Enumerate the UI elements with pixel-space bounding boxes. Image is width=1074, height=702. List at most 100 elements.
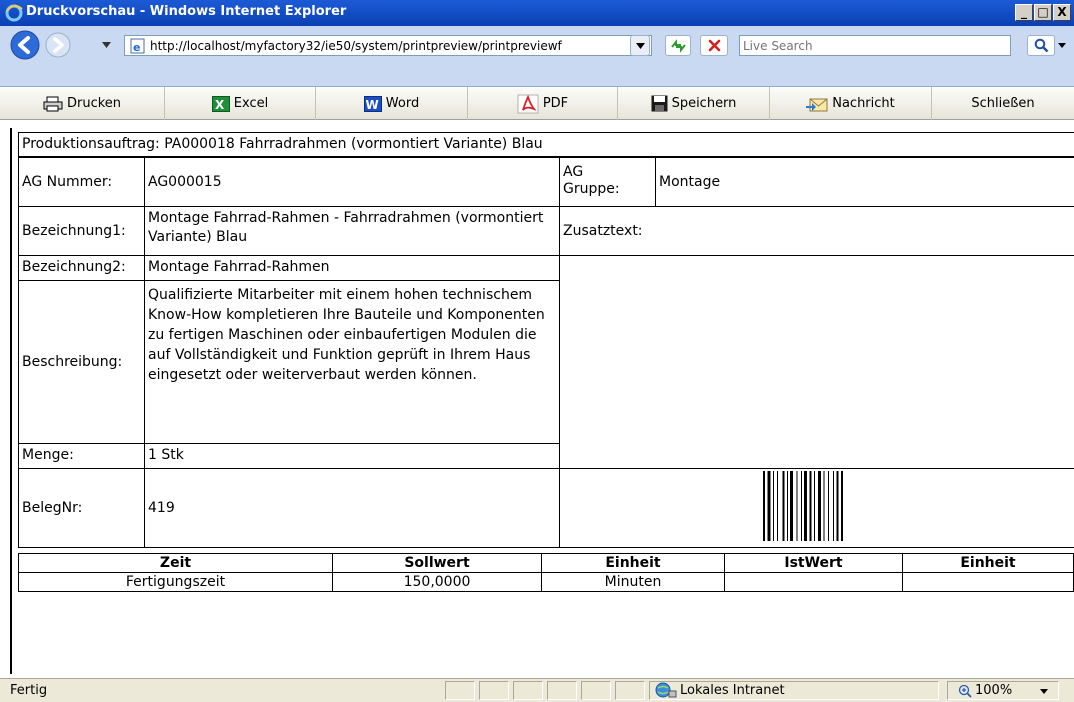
window-title: Druckvorschau - Windows Internet Explore… xyxy=(26,4,347,19)
barcode-bar xyxy=(809,471,812,541)
barcode-bar xyxy=(787,471,788,541)
table-cell: Fertigungszeit xyxy=(18,572,333,592)
excel-icon: X xyxy=(211,95,230,112)
excel-label: Excel xyxy=(233,96,269,111)
print-label: Drucken xyxy=(66,96,122,111)
extra-text-label: Zusatztext: xyxy=(559,206,1074,256)
floppy-disk-icon xyxy=(651,95,668,112)
barcode-bar xyxy=(773,471,774,541)
chevron-down-icon[interactable] xyxy=(1040,689,1048,694)
column-header-target-value: Sollwert xyxy=(332,553,542,573)
status-text: Fertig xyxy=(10,683,48,698)
close-preview-button[interactable]: Schließen xyxy=(932,87,1074,120)
column-header-actual-value: IstWert xyxy=(724,553,903,573)
barcode-bar xyxy=(777,471,778,541)
close-window-button[interactable]: X xyxy=(1053,4,1071,21)
status-segment xyxy=(547,681,577,700)
barcode-bar xyxy=(828,471,829,541)
ag-number-label: AG Nummer: xyxy=(18,157,145,207)
times-table: Zeit Sollwert Einheit IstWert Einheit Fe… xyxy=(18,553,1074,592)
word-label: Word xyxy=(385,96,420,111)
column-header-unit-2: Einheit xyxy=(902,553,1074,573)
forward-button[interactable] xyxy=(45,32,71,58)
word-button[interactable]: W Word xyxy=(316,87,468,120)
ag-number-value: AG000015 xyxy=(144,157,560,207)
barcode-bar xyxy=(818,471,821,541)
column-header-unit: Einheit xyxy=(541,553,725,573)
status-segment xyxy=(581,681,611,700)
pdf-label: PDF xyxy=(542,96,569,111)
excel-button[interactable]: X Excel xyxy=(165,87,316,120)
table-cell: 150,0000 xyxy=(332,572,542,592)
extra-text-area xyxy=(559,255,1074,469)
intranet-globe-icon xyxy=(655,682,677,698)
search-icon xyxy=(1034,38,1049,53)
description2-value: Montage Fahrrad-Rahmen xyxy=(144,255,560,281)
search-button[interactable] xyxy=(1027,35,1055,56)
pdf-icon xyxy=(517,94,539,113)
description1-value: Montage Fahrrad-Rahmen - Fahrradrahmen (… xyxy=(144,206,560,256)
document-number-label: BelegNr: xyxy=(18,468,145,548)
page-icon: e xyxy=(130,38,145,54)
refresh-icon xyxy=(671,39,686,53)
message-label: Nachricht xyxy=(832,96,895,111)
barcode-bar xyxy=(804,471,807,541)
production-order-heading: Produktionsauftrag: PA000018 Fahrradrahm… xyxy=(18,132,1074,157)
status-segment xyxy=(445,681,475,700)
ag-group-label: AG Gruppe: xyxy=(559,157,656,207)
svg-text:e: e xyxy=(133,41,140,54)
stop-icon xyxy=(708,39,721,52)
barcode-bar xyxy=(814,471,815,541)
barcode-bar xyxy=(841,471,843,541)
barcode-bar xyxy=(796,471,798,541)
svg-text:W: W xyxy=(365,98,378,112)
minimize-button[interactable]: _ xyxy=(1015,4,1033,21)
status-segment xyxy=(513,681,543,700)
times-header-row: Zeit Sollwert Einheit IstWert Einheit xyxy=(18,553,1074,573)
stop-button[interactable] xyxy=(700,35,728,56)
table-cell: Minuten xyxy=(541,572,725,592)
column-header-time: Zeit xyxy=(18,553,333,573)
table-row: Fertigungszeit 150,0000 Minuten xyxy=(18,572,1074,592)
description-label: Beschreibung: xyxy=(18,280,145,444)
svg-text:X: X xyxy=(215,98,225,112)
quantity-value: 1 Stk xyxy=(144,443,560,469)
pdf-button[interactable]: PDF xyxy=(468,87,618,120)
barcode-bar xyxy=(801,471,802,541)
save-button[interactable]: Speichern xyxy=(618,87,770,120)
document-number-value: 419 xyxy=(144,468,560,548)
refresh-button[interactable] xyxy=(665,35,691,56)
quantity-label: Menge: xyxy=(18,443,145,469)
address-input[interactable] xyxy=(150,37,626,54)
description2-label: Bezeichnung2: xyxy=(18,255,145,281)
envelope-icon xyxy=(806,98,828,111)
zoom-level: 100% xyxy=(975,683,1013,698)
search-options-button[interactable] xyxy=(1056,35,1070,56)
back-button[interactable] xyxy=(10,30,40,60)
maximize-button[interactable]: □ xyxy=(1034,4,1052,21)
status-segment xyxy=(479,681,509,700)
barcode-bar xyxy=(823,471,825,541)
recent-pages-dropdown-icon[interactable] xyxy=(102,42,111,48)
ag-group-label-line2: Gruppe: xyxy=(563,181,620,197)
description1-label: Bezeichnung1: xyxy=(18,206,145,256)
close-preview-label: Schließen xyxy=(971,96,1035,111)
barcode-image xyxy=(763,471,843,541)
address-dropdown-button[interactable] xyxy=(630,35,650,56)
print-button[interactable]: Drucken xyxy=(0,87,165,120)
status-segment xyxy=(615,681,645,700)
barcode-bar xyxy=(782,471,785,541)
barcode-bar xyxy=(767,471,771,541)
chevron-down-icon xyxy=(1058,43,1066,48)
chevron-down-icon xyxy=(636,43,645,49)
barcode-bar xyxy=(790,471,793,541)
ag-group-value: Montage xyxy=(655,157,1074,207)
barcode-bar xyxy=(763,471,765,541)
ag-group-label-line1: AG xyxy=(563,164,584,180)
message-button[interactable]: Nachricht xyxy=(770,87,932,120)
description-value: Qualifizierte Mitarbeiter mit einem hohe… xyxy=(144,280,560,444)
printer-icon xyxy=(43,96,63,111)
search-input[interactable] xyxy=(743,37,1005,54)
table-cell xyxy=(902,572,1074,592)
barcode-bar xyxy=(836,471,839,541)
